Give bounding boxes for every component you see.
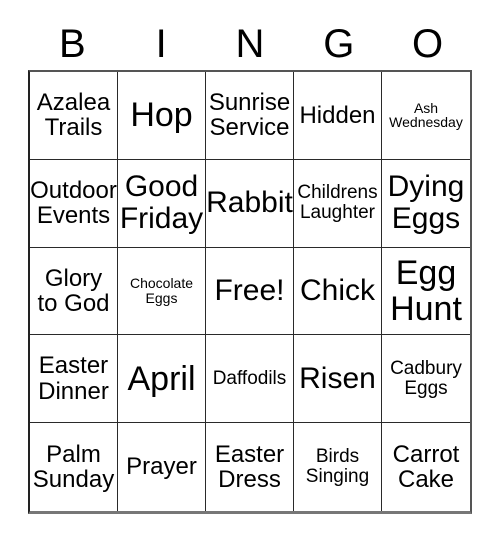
bingo-cell-label: Childrens Laughter bbox=[297, 182, 378, 224]
bingo-cell[interactable]: Birds Singing bbox=[294, 423, 382, 511]
bingo-cell[interactable]: Risen bbox=[294, 335, 382, 424]
bingo-cell-label: Sunrise Service bbox=[208, 88, 291, 142]
bingo-cell-label: Easter Dinner bbox=[38, 352, 109, 405]
bingo-header: BINGO bbox=[28, 18, 472, 70]
bingo-cell[interactable]: Rabbit bbox=[206, 159, 294, 248]
bingo-cell-label: Risen bbox=[299, 361, 376, 395]
bingo-cell[interactable]: April bbox=[118, 335, 206, 424]
bingo-cell-label: Rabbit bbox=[206, 186, 293, 220]
bingo-cell[interactable]: Outdoor Events bbox=[30, 159, 118, 248]
bingo-cell[interactable]: Egg Hunt bbox=[382, 247, 470, 336]
bingo-cell-label: Outdoor Events bbox=[30, 176, 117, 230]
bingo-cell[interactable]: Childrens Laughter bbox=[294, 159, 382, 248]
bingo-cell[interactable]: Hidden bbox=[294, 72, 382, 160]
bingo-cell[interactable]: Azalea Trails bbox=[30, 72, 118, 160]
bingo-cell-label: Chocolate Eggs bbox=[129, 275, 194, 306]
bingo-cell[interactable]: Palm Sunday bbox=[30, 423, 118, 511]
bingo-cell-label: Prayer bbox=[126, 453, 197, 481]
bingo-cell[interactable]: Good Friday bbox=[118, 159, 206, 248]
bingo-cell-label: Glory to God bbox=[37, 264, 110, 317]
bingo-cell[interactable]: Easter Dinner bbox=[30, 335, 118, 424]
bingo-cell[interactable]: Daffodils bbox=[206, 335, 294, 424]
bingo-cell-label: Cadbury Eggs bbox=[390, 357, 462, 399]
bingo-cell[interactable]: Chocolate Eggs bbox=[118, 247, 206, 336]
bingo-header-letter-0: B bbox=[59, 22, 86, 66]
bingo-cell-label: Carrot Cake bbox=[392, 440, 460, 494]
bingo-cell-label: Birds Singing bbox=[305, 445, 370, 488]
bingo-cell[interactable]: Prayer bbox=[118, 423, 206, 511]
bingo-cell-label: Egg Hunt bbox=[390, 253, 462, 328]
bingo-cell-label: April bbox=[127, 359, 196, 398]
bingo-cell-label: Azalea Trails bbox=[36, 88, 111, 142]
bingo-cell[interactable]: Ash Wednesday bbox=[382, 72, 470, 160]
bingo-cell[interactable]: Easter Dress bbox=[206, 423, 294, 511]
bingo-card: B I N G O Azalea Trails Hop Sunrise Service Hid… bbox=[0, 0, 500, 544]
bingo-cell[interactable]: Glory to God bbox=[30, 247, 118, 336]
bingo-cell-label: Hidden bbox=[299, 101, 376, 129]
bingo-cell-label: Dying Eggs bbox=[387, 170, 465, 236]
bingo-grid: Azalea Trails Hop Sunrise Service Hidden Ash… bbox=[28, 70, 472, 514]
bingo-cell-label: Ash Wednesday bbox=[389, 99, 463, 131]
bingo-cell[interactable]: Cadbury Eggs bbox=[382, 335, 470, 424]
bingo-cell[interactable]: Dying Eggs bbox=[382, 159, 470, 248]
bingo-cell-label: Hop bbox=[130, 96, 193, 135]
bingo-header-letter-3: G bbox=[323, 22, 355, 66]
bingo-cell[interactable]: Sunrise Service bbox=[206, 72, 294, 160]
bingo-header-letter-2: N bbox=[235, 22, 265, 66]
bingo-cell-label: Chick bbox=[299, 274, 375, 308]
bingo-cell[interactable]: Carrot Cake bbox=[382, 423, 470, 511]
bingo-cell-label: Palm Sunday bbox=[32, 440, 115, 494]
bingo-header-letter-1: I bbox=[155, 22, 167, 66]
bingo-cell-label: Daffodils bbox=[212, 367, 287, 389]
bingo-cell-label: Good Friday bbox=[119, 170, 204, 236]
bingo-cell[interactable]: Hop bbox=[118, 72, 206, 160]
bingo-cell[interactable]: Chick bbox=[294, 247, 382, 336]
bingo-header-letter-4: O bbox=[412, 22, 444, 66]
bingo-cell-label: Free! bbox=[214, 274, 285, 308]
bingo-cell-label: Easter Dress bbox=[214, 440, 285, 494]
bingo-cell[interactable]: Free! bbox=[206, 247, 294, 336]
